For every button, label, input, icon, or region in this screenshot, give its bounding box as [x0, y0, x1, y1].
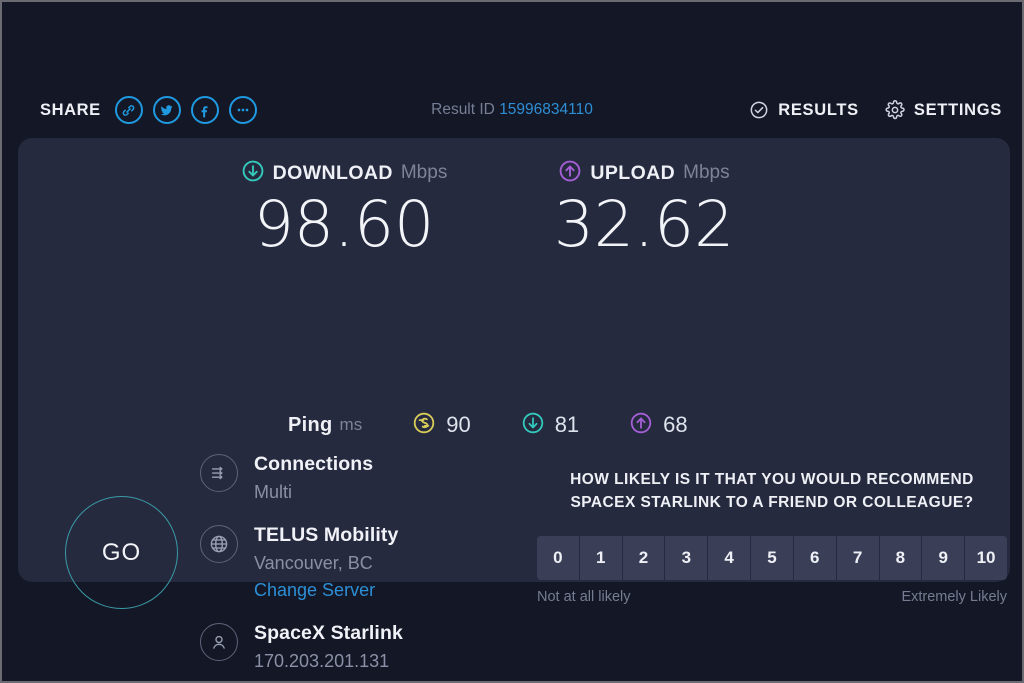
upload-latency-metric: 68 — [629, 411, 688, 440]
nps-option-5[interactable]: 5 — [751, 536, 794, 580]
go-button-label: GO — [101, 538, 142, 566]
result-card: DOWNLOAD Mbps 98.60 UPLOAD Mbps 32.62 Pi… — [18, 138, 1010, 671]
top-bar: SHARE Result ID 15996834110 RESULTS SETT… — [2, 86, 1022, 134]
download-value: 98.60 — [253, 188, 435, 261]
nps-question-line1: HOW LIKELY IS IT THAT YOU WOULD RECOMMEN… — [570, 471, 974, 488]
upload-arrow-icon — [558, 159, 582, 188]
go-button[interactable]: GO — [65, 496, 178, 609]
change-server-link[interactable]: Change Server — [254, 577, 398, 603]
upload-label: UPLOAD — [590, 161, 676, 184]
nps-question: HOW LIKELY IS IT THAT YOU WOULD RECOMMEN… — [537, 468, 1007, 514]
upload-header: UPLOAD Mbps — [494, 160, 794, 186]
isp-title: SpaceX Starlink — [254, 622, 403, 644]
nps-survey: HOW LIKELY IS IT THAT YOU WOULD RECOMMEN… — [537, 468, 1007, 605]
server-row[interactable]: TELUS Mobility Vancouver, BC Change Serv… — [200, 523, 500, 603]
upload-result: UPLOAD Mbps 32.62 — [494, 160, 794, 261]
nps-option-7[interactable]: 7 — [837, 536, 880, 580]
server-title: TELUS Mobility — [254, 524, 399, 546]
nps-option-6[interactable]: 6 — [794, 536, 837, 580]
download-unit: Mbps — [400, 162, 448, 183]
nps-scale: 0 1 2 3 4 5 6 7 8 9 10 — [537, 536, 1007, 580]
nps-option-9[interactable]: 9 — [922, 536, 966, 580]
upload-value: 32.62 — [553, 188, 735, 261]
upload-arrow-icon — [629, 411, 653, 440]
download-arrow-icon — [521, 411, 545, 440]
ping-unit: ms — [339, 415, 363, 434]
nps-option-2[interactable]: 2 — [623, 536, 666, 580]
connections-row[interactable]: Connections Multi — [200, 452, 500, 505]
right-nav: RESULTS SETTINGS — [749, 86, 1002, 134]
server-text: TELUS Mobility Vancouver, BC Change Serv… — [254, 523, 398, 603]
isp-row[interactable]: SpaceX Starlink 170.203.201.131 — [200, 621, 500, 674]
results-nav-label: RESULTS — [778, 100, 859, 119]
server-location: Vancouver, BC — [254, 553, 373, 573]
download-header: DOWNLOAD Mbps — [194, 160, 494, 186]
upload-latency-value: 68 — [663, 412, 688, 437]
settings-nav-label: SETTINGS — [913, 100, 1002, 119]
nps-option-4[interactable]: 4 — [708, 536, 752, 580]
gear-icon — [885, 100, 905, 120]
nps-legend-low: Not at all likely — [537, 589, 631, 605]
check-circle-icon — [749, 100, 769, 120]
nps-legend-high: Extremely Likely — [901, 589, 1007, 605]
download-result: DOWNLOAD Mbps 98.60 — [194, 160, 494, 261]
download-arrow-icon — [241, 159, 265, 188]
nps-option-8[interactable]: 8 — [880, 536, 923, 580]
nps-option-10[interactable]: 10 — [965, 536, 1007, 580]
result-id-value[interactable]: 15996834110 — [499, 101, 593, 118]
settings-nav-button[interactable]: SETTINGS — [885, 100, 1002, 120]
connections-text: Connections Multi — [254, 452, 373, 505]
idle-latency-metric: 90 — [412, 411, 471, 440]
nps-question-line2: SPACEX STARLINK TO A FRIEND OR COLLEAGUE… — [570, 494, 974, 511]
download-latency-metric: 81 — [521, 411, 579, 440]
isp-ip-address: 170.203.201.131 — [254, 651, 390, 671]
nps-option-1[interactable]: 1 — [580, 536, 623, 580]
connections-icon — [200, 454, 238, 492]
isp-text: SpaceX Starlink 170.203.201.131 — [254, 621, 403, 674]
nps-option-0[interactable]: 0 — [537, 536, 580, 580]
nps-legend: Not at all likely Extremely Likely — [537, 589, 1007, 605]
download-label: DOWNLOAD — [272, 161, 393, 184]
ping-label: Ping — [288, 413, 333, 436]
idle-latency-value: 90 — [446, 412, 471, 437]
nps-option-3[interactable]: 3 — [665, 536, 709, 580]
speedtest-app: SHARE Result ID 15996834110 RESULTS SETT… — [2, 2, 1022, 681]
ping-row: Ping ms 90 81 68 — [288, 408, 688, 442]
connections-title: Connections — [254, 453, 374, 475]
person-icon — [200, 623, 238, 661]
results-nav-button[interactable]: RESULTS — [749, 100, 859, 120]
result-id-label: Result ID — [431, 101, 495, 118]
globe-icon — [200, 525, 238, 563]
upload-unit: Mbps — [683, 162, 730, 183]
idle-latency-icon — [412, 411, 436, 440]
connection-info: Connections Multi TELUS Mobility Vancouv… — [200, 452, 500, 681]
connections-subtitle: Multi — [254, 482, 293, 502]
download-latency-value: 81 — [554, 412, 580, 437]
